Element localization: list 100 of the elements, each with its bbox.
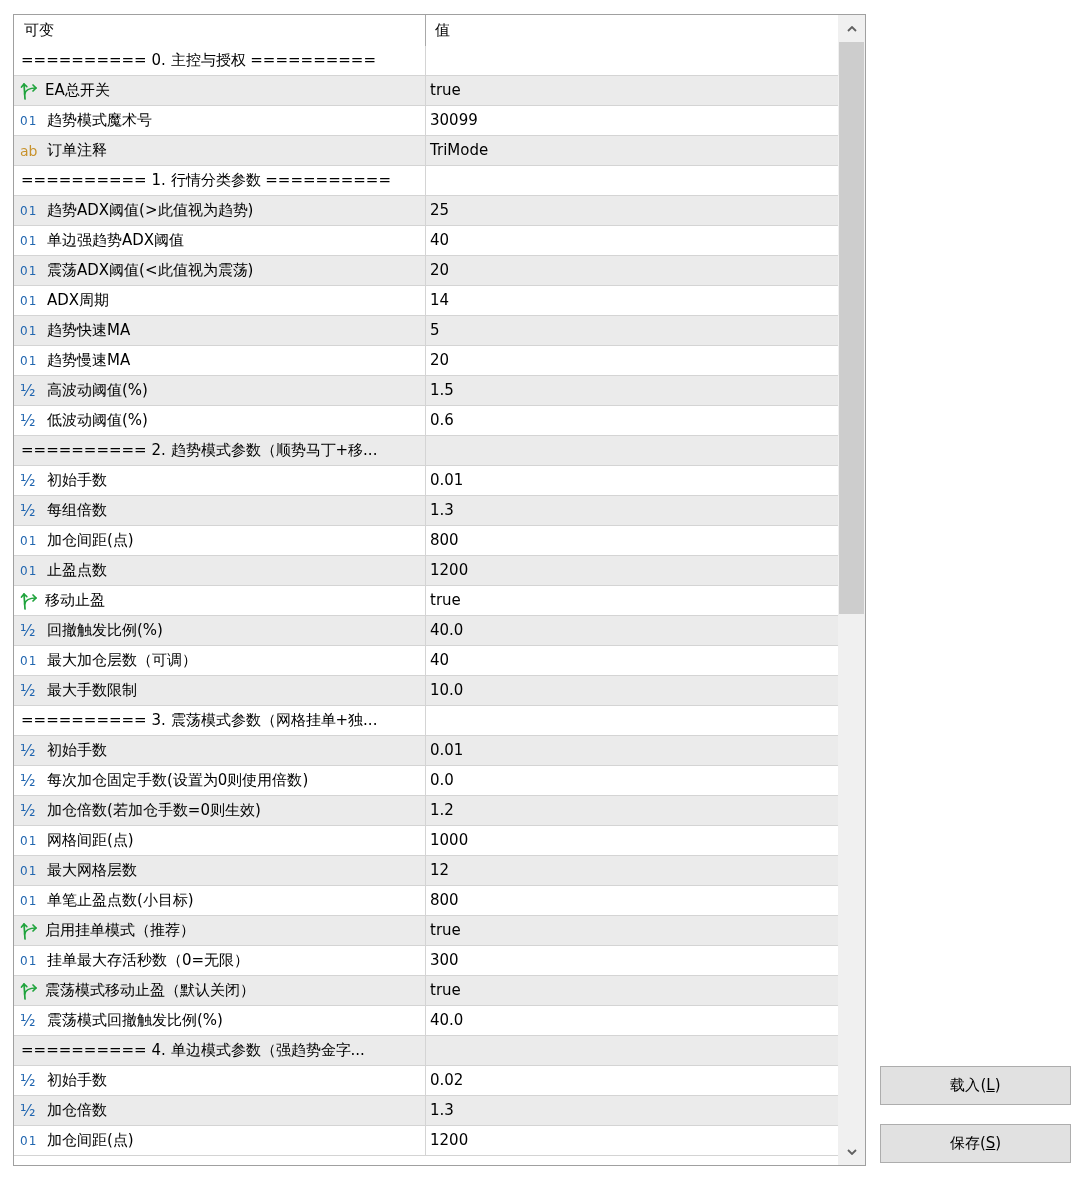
- section-row[interactable]: ========== 3. 震荡模式参数（网格挂单+独...: [14, 706, 838, 736]
- parameter-value: 800: [430, 530, 459, 552]
- parameter-value: 1.3: [430, 1100, 454, 1122]
- parameter-value: true: [430, 80, 461, 102]
- parameter-value: 1.3: [430, 500, 454, 522]
- integer-type-icon: 01: [20, 204, 40, 217]
- parameter-row[interactable]: 01 挂单最大存活秒数（0=无限） 300: [14, 946, 838, 976]
- section-row[interactable]: ========== 2. 趋势模式参数（顺势马丁+移...: [14, 436, 838, 466]
- parameter-row[interactable]: ab 订单注释 TriMode: [14, 136, 838, 166]
- parameter-name: 单边强趋势ADX阈值: [47, 230, 185, 252]
- parameter-row[interactable]: ½ 初始手数 0.01: [14, 736, 838, 766]
- parameter-name: 挂单最大存活秒数（0=无限）: [47, 950, 250, 972]
- parameter-row[interactable]: ½ 每组倍数 1.3: [14, 496, 838, 526]
- parameter-value: 1000: [430, 830, 469, 852]
- integer-type-icon: 01: [20, 234, 40, 247]
- parameter-row[interactable]: 01 加仓间距(点) 800: [14, 526, 838, 556]
- parameter-row[interactable]: EA总开关 true: [14, 76, 838, 106]
- parameter-value: 0.0: [430, 770, 454, 792]
- parameter-name: 低波动阈值(%): [47, 410, 148, 432]
- parameter-value: 5: [430, 320, 440, 342]
- parameter-row[interactable]: 震荡模式移动止盈（默认关闭） true: [14, 976, 838, 1006]
- fraction-type-icon: ½: [20, 472, 40, 489]
- scroll-up-icon[interactable]: [846, 25, 857, 32]
- column-header[interactable]: 值: [426, 15, 838, 46]
- parameter-value: 0.01: [430, 740, 464, 762]
- parameter-value: true: [430, 980, 461, 1002]
- parameter-row[interactable]: ½ 初始手数 0.01: [14, 466, 838, 496]
- parameter-row[interactable]: 01 最大网格层数 12: [14, 856, 838, 886]
- fraction-type-icon: ½: [20, 1102, 40, 1119]
- parameter-row[interactable]: 01 单笔止盈点数(小目标) 800: [14, 886, 838, 916]
- parameter-name: EA总开关: [45, 80, 110, 102]
- parameter-row[interactable]: 01 单边强趋势ADX阈值 40: [14, 226, 838, 256]
- parameter-name: 回撤触发比例(%): [47, 620, 163, 642]
- parameter-name: 最大手数限制: [47, 680, 137, 702]
- section-row[interactable]: ========== 0. 主控与授权 ==========: [14, 46, 838, 76]
- integer-type-icon: 01: [20, 954, 40, 967]
- fraction-type-icon: ½: [20, 772, 40, 789]
- parameter-row[interactable]: ½ 震荡模式回撤触发比例(%) 40.0: [14, 1006, 838, 1036]
- parameter-row[interactable]: 01 止盈点数 1200: [14, 556, 838, 586]
- integer-type-icon: 01: [20, 654, 40, 667]
- parameter-row[interactable]: ½ 加仓倍数 1.3: [14, 1096, 838, 1126]
- integer-type-icon: 01: [20, 564, 40, 577]
- parameter-row[interactable]: ½ 高波动阈值(%) 1.5: [14, 376, 838, 406]
- section-row[interactable]: ========== 4. 单边模式参数（强趋势金字...: [14, 1036, 838, 1066]
- parameter-row[interactable]: ½ 回撤触发比例(%) 40.0: [14, 616, 838, 646]
- integer-type-icon: 01: [20, 324, 40, 337]
- fraction-type-icon: ½: [20, 802, 40, 819]
- scrollbar[interactable]: [838, 15, 865, 1165]
- parameter-name: 高波动阈值(%): [47, 380, 148, 402]
- section-title: ========== 4. 单边模式参数（强趋势金字...: [21, 1040, 365, 1062]
- parameter-row[interactable]: ½ 每次加仓固定手数(设置为0则使用倍数) 0.0: [14, 766, 838, 796]
- parameter-name: 加仓间距(点): [47, 1130, 134, 1152]
- parameter-row[interactable]: ½ 初始手数 0.02: [14, 1066, 838, 1096]
- parameter-row[interactable]: ½ 加仓倍数(若加仓手数=0则生效) 1.2: [14, 796, 838, 826]
- parameter-name: 加仓倍数(若加仓手数=0则生效): [47, 800, 261, 822]
- parameter-name: 震荡ADX阈值(<此值视为震荡): [47, 260, 254, 282]
- parameter-name: 每组倍数: [47, 500, 107, 522]
- parameter-row[interactable]: 01 趋势ADX阈值(>此值视为趋势) 25: [14, 196, 838, 226]
- parameter-value: 25: [430, 200, 450, 222]
- parameter-row[interactable]: 01 趋势快速MA 5: [14, 316, 838, 346]
- parameter-name: 初始手数: [47, 740, 107, 762]
- parameter-value: 40.0: [430, 620, 464, 642]
- parameter-value: 0.02: [430, 1070, 464, 1092]
- parameter-value: 20: [430, 260, 450, 282]
- parameter-row[interactable]: 启用挂单模式（推荐） true: [14, 916, 838, 946]
- parameter-name: 单笔止盈点数(小目标): [47, 890, 194, 912]
- parameter-value: 14: [430, 290, 450, 312]
- parameter-value: 1200: [430, 560, 469, 582]
- parameter-name: 加仓间距(点): [47, 530, 134, 552]
- section-row[interactable]: ========== 1. 行情分类参数 ==========: [14, 166, 838, 196]
- integer-type-icon: 01: [20, 114, 40, 127]
- parameter-name: 网格间距(点): [47, 830, 134, 852]
- save-button[interactable]: 保存(S): [880, 1124, 1071, 1163]
- parameter-row[interactable]: 01 网格间距(点) 1000: [14, 826, 838, 856]
- section-title: ========== 2. 趋势模式参数（顺势马丁+移...: [21, 440, 378, 462]
- branch-arrow-icon: [20, 981, 38, 1000]
- parameter-name: 趋势慢速MA: [47, 350, 131, 372]
- parameter-name: 最大加仓层数（可调）: [47, 650, 197, 672]
- parameter-row[interactable]: 移动止盈 true: [14, 586, 838, 616]
- parameter-value: 300: [430, 950, 459, 972]
- parameter-row[interactable]: 01 震荡ADX阈值(<此值视为震荡) 20: [14, 256, 838, 286]
- parameter-name: 移动止盈: [45, 590, 105, 612]
- parameter-name: 最大网格层数: [47, 860, 137, 882]
- branch-arrow-icon: [20, 591, 38, 610]
- parameter-row[interactable]: ½ 最大手数限制 10.0: [14, 676, 838, 706]
- parameter-row[interactable]: 01 趋势模式魔术号 30099: [14, 106, 838, 136]
- parameter-row[interactable]: 01 最大加仓层数（可调） 40: [14, 646, 838, 676]
- fraction-type-icon: ½: [20, 682, 40, 699]
- parameter-row[interactable]: 01 趋势慢速MA 20: [14, 346, 838, 376]
- parameter-row[interactable]: ½ 低波动阈值(%) 0.6: [14, 406, 838, 436]
- integer-type-icon: 01: [20, 534, 40, 547]
- load-button[interactable]: 载入(L): [880, 1066, 1071, 1105]
- parameter-name: 每次加仓固定手数(设置为0则使用倍数): [47, 770, 309, 792]
- parameter-row[interactable]: 01 ADX周期 14: [14, 286, 838, 316]
- parameter-value: 40: [430, 230, 450, 252]
- scrollbar-thumb[interactable]: [839, 42, 864, 614]
- parameter-value: true: [430, 590, 461, 612]
- parameter-row[interactable]: 01 加仓间距(点) 1200: [14, 1126, 838, 1156]
- scroll-down-icon[interactable]: [846, 1148, 857, 1155]
- integer-type-icon: 01: [20, 894, 40, 907]
